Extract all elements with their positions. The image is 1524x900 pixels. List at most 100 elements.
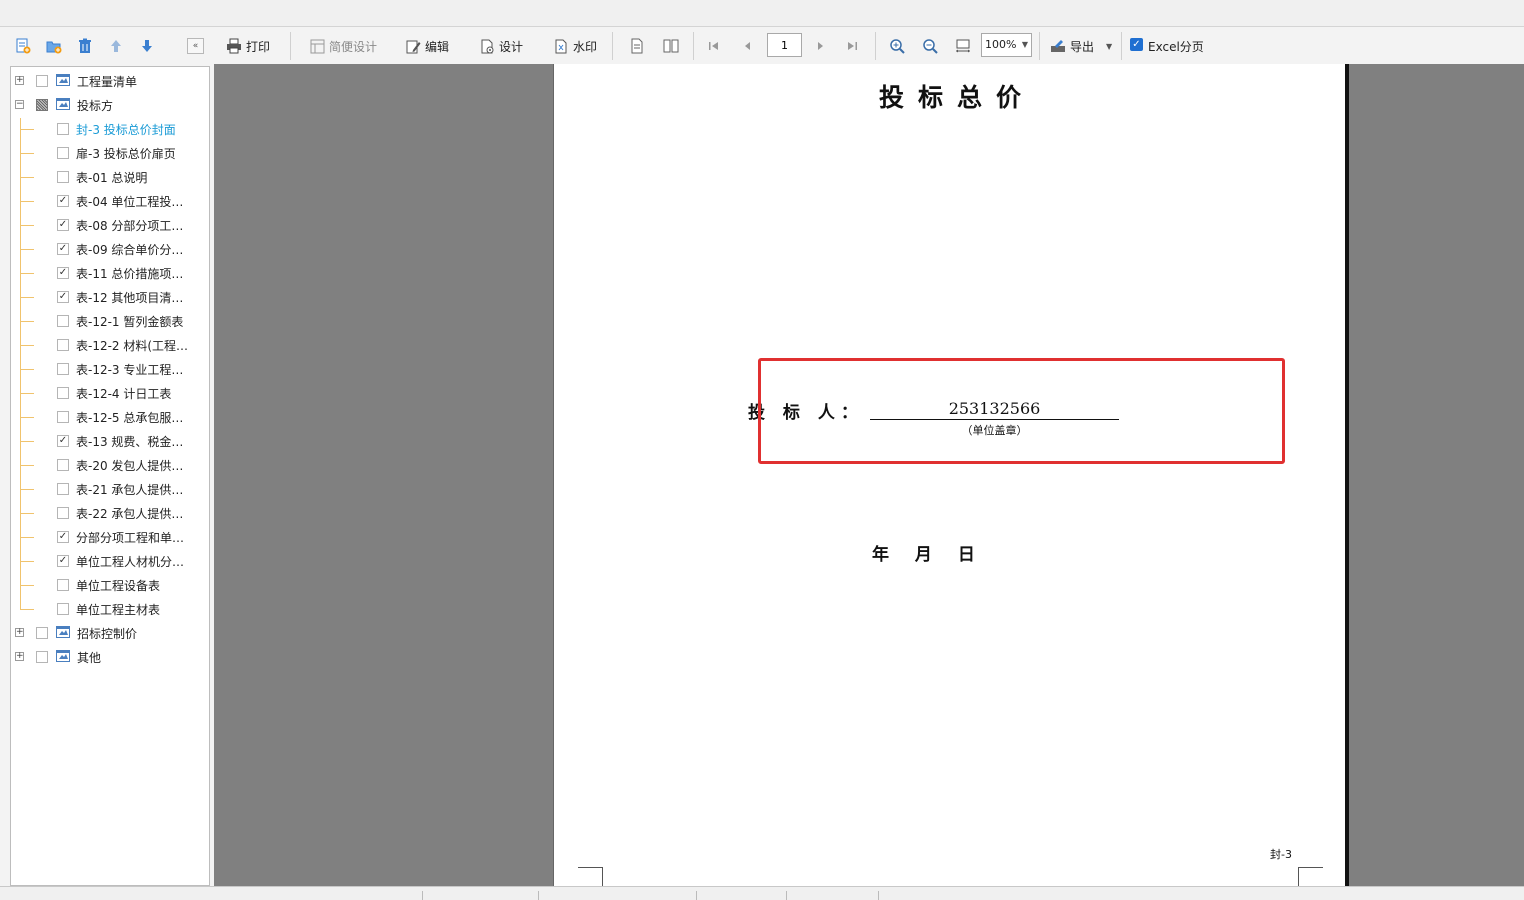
export-dropdown-button[interactable]: ▼ <box>1106 35 1112 57</box>
move-up-icon[interactable] <box>107 37 125 55</box>
tree-item-label: 单位工程主材表 <box>76 602 161 617</box>
tree-guide-line <box>20 129 34 130</box>
collapse-sidebar-button[interactable]: « <box>187 38 204 54</box>
tree-checkbox[interactable] <box>57 339 69 351</box>
tree-item[interactable]: + 招标控制价 <box>11 621 209 645</box>
tree-item[interactable]: ✓ 单位工程人材机分… <box>11 549 209 573</box>
tree-guide-line <box>20 489 34 490</box>
zoom-select[interactable]: 100% ▼ <box>981 33 1032 57</box>
add-report-icon[interactable] <box>14 37 32 55</box>
print-button[interactable]: 打印 <box>226 35 270 57</box>
tree-checkbox[interactable] <box>57 147 69 159</box>
tree-checkbox[interactable] <box>36 75 48 87</box>
excel-paging-label: Excel分页 <box>1148 39 1204 54</box>
edit-label: 编辑 <box>425 39 450 54</box>
tree-checkbox[interactable]: ✓ <box>57 555 69 567</box>
single-page-button[interactable] <box>630 35 648 57</box>
chevron-down-icon: ▼ <box>1106 41 1113 51</box>
tree-checkbox[interactable] <box>57 315 69 327</box>
tree-item-label: 扉-3 投标总价扉页 <box>76 146 176 161</box>
tree-item[interactable]: 封-3 投标总价封面 <box>11 117 209 141</box>
report-folder-icon <box>56 650 70 662</box>
tree-item-label: 表-01 总说明 <box>76 170 148 185</box>
expand-icon[interactable]: + <box>15 76 24 85</box>
tree-item[interactable]: 表-12-5 总承包服… <box>11 405 209 429</box>
status-separator <box>422 891 423 900</box>
watermark-button[interactable]: 水印 <box>554 35 597 57</box>
first-page-button[interactable] <box>708 35 724 57</box>
tree-item[interactable]: 表-12-3 专业工程… <box>11 357 209 381</box>
tree-item[interactable]: ✓ 表-12 其他项目清… <box>11 285 209 309</box>
tree-item[interactable]: ✓ 表-11 总价措施项… <box>11 261 209 285</box>
tree-checkbox[interactable]: ✓ <box>57 243 69 255</box>
tree-checkbox[interactable]: ✓ <box>57 435 69 447</box>
tree-checkbox[interactable] <box>57 507 69 519</box>
tree-item[interactable]: ✓ 分部分项工程和单… <box>11 525 209 549</box>
tree-item[interactable]: ✓ 表-04 单位工程投… <box>11 189 209 213</box>
tree-guide-line <box>20 609 34 610</box>
move-down-icon[interactable] <box>138 37 156 55</box>
expand-icon[interactable]: + <box>15 628 24 637</box>
report-preview-area[interactable]: 投标总价 投 标 人： 253132566 （单位盖章） 年 月 日 封-3 <box>214 64 1524 886</box>
tree-checkbox[interactable]: ✓ <box>57 531 69 543</box>
tree-checkbox[interactable] <box>36 651 48 663</box>
tree-guide-line <box>20 465 34 466</box>
delete-icon[interactable] <box>76 37 94 55</box>
tree-checkbox[interactable] <box>57 483 69 495</box>
tree-item[interactable]: 单位工程主材表 <box>11 597 209 621</box>
tree-checkbox[interactable] <box>57 579 69 591</box>
last-page-button[interactable] <box>846 35 862 57</box>
tree-item[interactable]: 表-20 发包人提供… <box>11 453 209 477</box>
tree-item[interactable]: 单位工程设备表 <box>11 573 209 597</box>
tree-checkbox[interactable] <box>57 411 69 423</box>
export-button[interactable]: 导出 <box>1050 35 1094 57</box>
expand-icon[interactable]: + <box>15 652 24 661</box>
two-page-button[interactable] <box>663 35 683 57</box>
tree-checkbox[interactable] <box>36 627 48 639</box>
tree-item[interactable]: + 其他 <box>11 645 209 669</box>
add-folder-icon[interactable] <box>45 37 63 55</box>
date-line: 年 月 日 <box>872 545 975 565</box>
tree-item[interactable]: ✓ 表-08 分部分项工… <box>11 213 209 237</box>
tree-item[interactable]: ✓ 表-09 综合单价分… <box>11 237 209 261</box>
edit-button[interactable]: 编辑 <box>406 35 449 57</box>
excel-paging-checkbox[interactable]: ✓ <box>1130 38 1143 51</box>
tree-checkbox[interactable] <box>57 363 69 375</box>
tree-item[interactable]: 表-12-4 计日工表 <box>11 381 209 405</box>
status-separator <box>786 891 787 900</box>
tree-checkbox[interactable] <box>57 171 69 183</box>
tree-item[interactable]: 表-12-1 暂列金额表 <box>11 309 209 333</box>
tree-checkbox[interactable]: ✓ <box>57 195 69 207</box>
print-label: 打印 <box>246 39 271 54</box>
tree-checkbox[interactable]: ✓ <box>57 291 69 303</box>
tree-item[interactable]: 表-21 承包人提供… <box>11 477 209 501</box>
tree-checkbox[interactable]: ✓ <box>57 267 69 279</box>
tree-checkbox[interactable]: ✓ <box>57 219 69 231</box>
tree-item[interactable]: 表-12-2 材料(工程… <box>11 333 209 357</box>
tree-checkbox[interactable] <box>57 387 69 399</box>
fit-width-button[interactable] <box>955 35 975 57</box>
tree-item-label: 其他 <box>77 650 102 665</box>
tree-checkbox[interactable] <box>36 99 48 111</box>
tree-item[interactable]: 表-01 总说明 <box>11 165 209 189</box>
tree-guide-line <box>20 273 34 274</box>
design-button[interactable]: 设计 <box>480 35 523 57</box>
simple-design-button[interactable]: 简便设计 <box>310 35 377 57</box>
tree-checkbox[interactable] <box>57 123 69 135</box>
tree-item[interactable]: 扉-3 投标总价扉页 <box>11 141 209 165</box>
report-folder-icon <box>56 626 70 638</box>
tree-item[interactable]: + 工程量清单 <box>11 69 209 93</box>
collapse-icon[interactable]: − <box>15 100 24 109</box>
next-page-button[interactable] <box>814 35 830 57</box>
tree-item[interactable]: − 投标方 <box>11 93 209 117</box>
prev-page-button[interactable] <box>742 35 758 57</box>
zoom-out-button[interactable] <box>922 35 942 57</box>
tree-item[interactable]: ✓ 表-13 规费、税金… <box>11 429 209 453</box>
zoom-in-button[interactable] <box>889 35 909 57</box>
tree-item[interactable]: 表-22 承包人提供… <box>11 501 209 525</box>
simple-design-label: 简便设计 <box>329 39 378 54</box>
tree-checkbox[interactable] <box>57 603 69 615</box>
excel-paging-label-wrap[interactable]: Excel分页 <box>1148 35 1204 57</box>
tree-checkbox[interactable] <box>57 459 69 471</box>
page-number-input[interactable] <box>767 33 802 57</box>
